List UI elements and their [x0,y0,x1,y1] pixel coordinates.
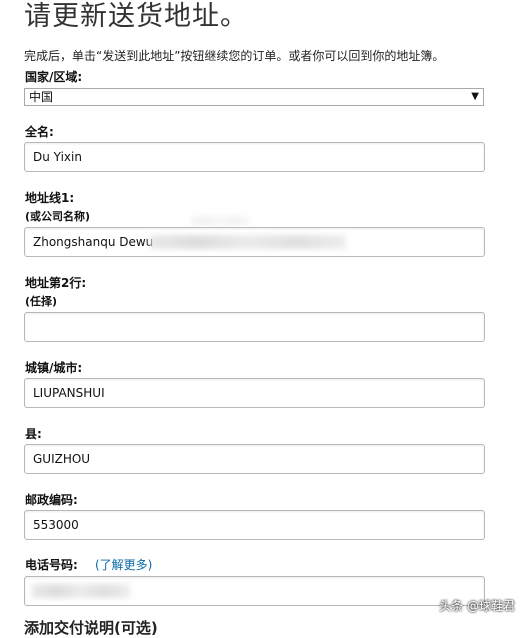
city-input[interactable] [24,378,485,408]
learn-more-link[interactable]: (了解更多) [95,556,152,573]
county-label: 县: [25,427,42,441]
address2-label: 地址第2行: [25,276,87,290]
redacted-blur [190,216,250,226]
watermark: 头条 @球鞋君 [439,599,515,613]
address1-label: 地址线1: [25,191,75,205]
delivery-instructions-heading: 添加交付说明(可选) [24,619,158,637]
country-select[interactable]: 中国 ▼ [24,88,484,106]
page-description: 完成后，单击“发送到此地址”按钮继续您的订单。或者你可以回到你的地址簿。 [24,49,445,63]
postcode-label: 邮政编码: [25,493,78,507]
address2-hint: (任择) [25,295,58,308]
phone-label: 电话号码: [25,558,78,572]
country-label: 国家/区域: [25,70,83,84]
redacted-blur [150,235,346,249]
fullname-label: 全名: [25,125,54,139]
fullname-input[interactable] [24,142,485,172]
address2-input[interactable] [24,312,485,342]
redacted-blur [32,584,130,598]
county-input[interactable] [24,444,485,474]
dropdown-arrow-icon: ▼ [471,91,479,102]
city-label: 城镇/城市: [25,361,83,375]
address1-hint: (或公司名称) [25,210,91,223]
country-selected-value: 中国 [29,90,54,104]
postcode-input[interactable] [24,510,485,540]
page-title: 请更新送货地址。 [24,1,248,32]
